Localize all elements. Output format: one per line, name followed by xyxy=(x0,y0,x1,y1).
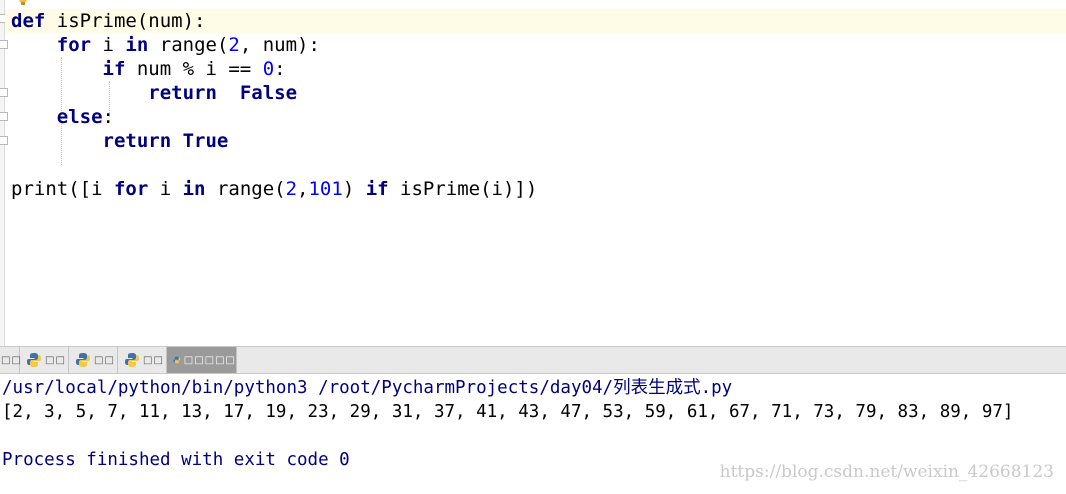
fold-marker-icon[interactable] xyxy=(0,88,8,97)
code-keyword: def xyxy=(11,10,46,32)
fold-marker-icon[interactable] xyxy=(0,136,8,145)
code-line[interactable]: return False xyxy=(11,81,297,105)
console-exit-message: Process finished with exit code 0 xyxy=(2,450,350,470)
code-text: i xyxy=(148,178,183,200)
code-keyword: False xyxy=(239,82,298,104)
code-text: : xyxy=(274,58,286,80)
code-line[interactable]: def isPrime(num): xyxy=(11,9,205,33)
fold-marker-icon[interactable] xyxy=(0,112,8,121)
code-line[interactable]: if num % i == 0: xyxy=(11,57,286,81)
python-icon xyxy=(27,353,41,367)
code-keyword: return xyxy=(148,82,217,104)
code-text: i xyxy=(91,34,126,56)
run-tab[interactable]: □□ xyxy=(20,347,69,373)
code-text: num % i == xyxy=(125,58,263,80)
code-number: 2 xyxy=(285,178,298,200)
code-line[interactable]: for i in range(2, num): xyxy=(11,33,320,57)
python-icon xyxy=(76,353,90,367)
run-tab[interactable]: □□ xyxy=(118,347,167,373)
code-keyword: True xyxy=(182,130,229,152)
code-keyword: for xyxy=(113,178,149,200)
console-output-line: [2, 3, 5, 7, 11, 13, 17, 19, 23, 29, 31,… xyxy=(2,402,1014,422)
code-keyword: for xyxy=(56,34,92,56)
code-line[interactable]: return True xyxy=(11,129,229,153)
code-keyword: return xyxy=(102,130,172,152)
editor-gutter xyxy=(0,0,8,346)
run-tab-bar: □□ □□ □□ □□ □□□□□ xyxy=(0,346,1066,374)
code-keyword: in xyxy=(182,178,206,200)
code-text: range( xyxy=(148,34,229,56)
code-keyword: in xyxy=(125,34,149,56)
code-keyword: if xyxy=(365,178,389,200)
fold-marker-icon[interactable] xyxy=(0,40,8,49)
python-icon xyxy=(173,356,181,364)
code-text: isPrime(num): xyxy=(45,10,206,32)
run-tab-label: □□ xyxy=(143,354,164,366)
run-tab-label: □□ xyxy=(1,354,22,366)
code-text: isPrime(i)]) xyxy=(388,178,538,200)
code-editor[interactable]: def isPrime(num): for i in range(2, num)… xyxy=(0,0,1066,346)
python-icon xyxy=(125,353,139,367)
run-tab[interactable]: □□ xyxy=(0,347,22,373)
run-tab[interactable]: □□□□□ xyxy=(167,347,237,373)
code-keyword: if xyxy=(102,58,126,80)
intention-bulb-icon[interactable] xyxy=(17,0,29,6)
code-number: 101 xyxy=(308,178,343,200)
code-number: 2 xyxy=(228,34,240,56)
code-line[interactable]: print([i for i in range(2,101) if isPrim… xyxy=(11,177,537,201)
code-text: print([i xyxy=(11,178,114,200)
code-number: 0 xyxy=(262,58,275,80)
watermark: https://blog.csdn.net/weixin_42668123 xyxy=(719,462,1054,482)
code-text: , num): xyxy=(239,34,320,56)
code-text: ) xyxy=(342,178,366,200)
code-text: : xyxy=(102,106,114,128)
run-tab-label: □□ xyxy=(94,354,115,366)
code-line[interactable]: else: xyxy=(11,105,114,129)
console-command-line: /usr/local/python/bin/python3 /root/Pych… xyxy=(2,378,733,398)
run-tab[interactable]: □□ xyxy=(69,347,118,373)
code-text: range( xyxy=(205,178,286,200)
run-tab-label: □□ xyxy=(45,354,66,366)
code-keyword: else xyxy=(56,106,103,128)
code-text: , xyxy=(297,178,309,200)
run-tab-label: □□□□□ xyxy=(183,354,236,366)
